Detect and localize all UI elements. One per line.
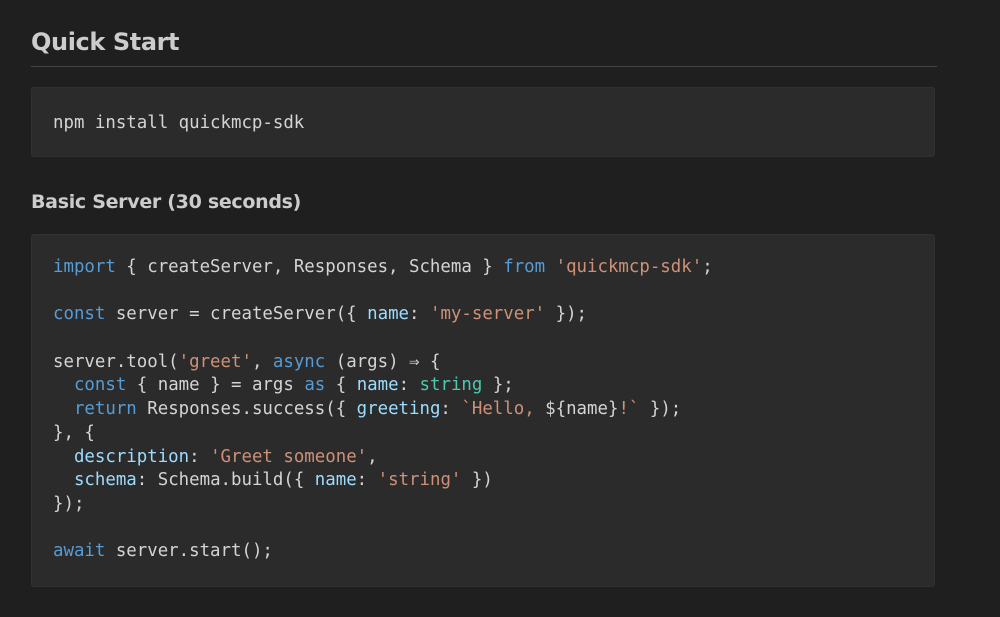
code-token-plain: : [409,304,430,325]
code-token-plain: : Schema.build({ [136,470,315,491]
code-line: await server.start(); [53,540,934,564]
code-token-str: 'my-server' [429,304,546,325]
code-token-kw: return [73,399,137,420]
code-token-str: !` [618,399,640,420]
code-token-prop: name [314,470,357,491]
code-token-kw: const [73,375,127,396]
code-token-plain: ${name} [545,399,619,420]
code-token-plain: }, { [53,422,95,443]
install-command: npm install quickmcp-sdk [53,113,305,133]
code-token-plain: server.tool( [53,351,179,372]
server-code-block[interactable]: import { createServer, Responses, Schema… [31,234,935,587]
basic-server-heading: Basic Server (30 seconds) [31,191,302,213]
code-line: const { name } = args as { name: string … [53,374,934,398]
code-token-plain: }; [482,375,514,396]
code-line: import { createServer, Responses, Schema… [53,256,934,280]
code-token-plain: { createServer, Responses, Schema } [115,257,504,277]
code-token-plain: }) [461,470,493,491]
code-token-plain: server = createServer({ [105,304,368,325]
code-token-prop: name [356,375,399,396]
code-token-plain: ; [702,257,713,277]
code-token-plain: : [356,470,378,491]
code-token-plain: , [251,351,273,372]
code-token-plain: { name } = args [126,375,305,396]
code-token-str: 'Greet someone' [210,446,368,467]
code-token-str: 'string' [377,470,462,491]
code-token-prop: greeting [356,399,441,420]
code-line: const server = createServer({ name: 'my-… [53,303,934,327]
code-token-plain: Responses.success({ [136,399,357,420]
code-token-kw: as [304,375,326,396]
code-token-plain: server.start(); [105,541,273,562]
code-token-plain: }); [545,304,588,325]
code-token-str: 'greet' [178,351,252,372]
code-line: description: 'Greet someone', [53,446,934,470]
code-token-prop: schema [73,470,137,491]
code-token-plain: (args) ⇒ { [325,351,441,372]
quick-start-heading: Quick Start [31,28,180,56]
code-line: }); [53,493,934,517]
code-token-plain: }); [639,399,682,420]
install-code-block[interactable]: npm install quickmcp-sdk [31,87,935,157]
code-token-plain: : [189,446,211,467]
code-token-kw: async [272,351,326,372]
code-token-kw: import [53,257,116,277]
heading-divider [31,66,937,67]
code-token-kw: const [53,304,106,325]
code-token-plain: , [367,446,378,467]
code-token-str: `Hello, [461,399,546,420]
code-token-prop: description [73,446,190,467]
code-token-type: string [419,375,483,396]
code-line: schema: Schema.build({ name: 'string' }) [53,469,934,493]
code-line: }, { [53,422,934,446]
code-token-plain: { [325,375,357,396]
code-token-kw: from [503,257,546,277]
code-token-plain: : [440,399,462,420]
code-line: return Responses.success({ greeting: `He… [53,398,934,422]
code-token-plain: : [398,375,420,396]
code-token-kw: await [53,541,106,562]
code-token-prop: name [367,304,410,325]
code-token-str: 'quickmcp-sdk' [555,257,703,277]
code-token-plain: }); [53,493,85,514]
code-line: server.tool('greet', async (args) ⇒ { [53,351,934,375]
